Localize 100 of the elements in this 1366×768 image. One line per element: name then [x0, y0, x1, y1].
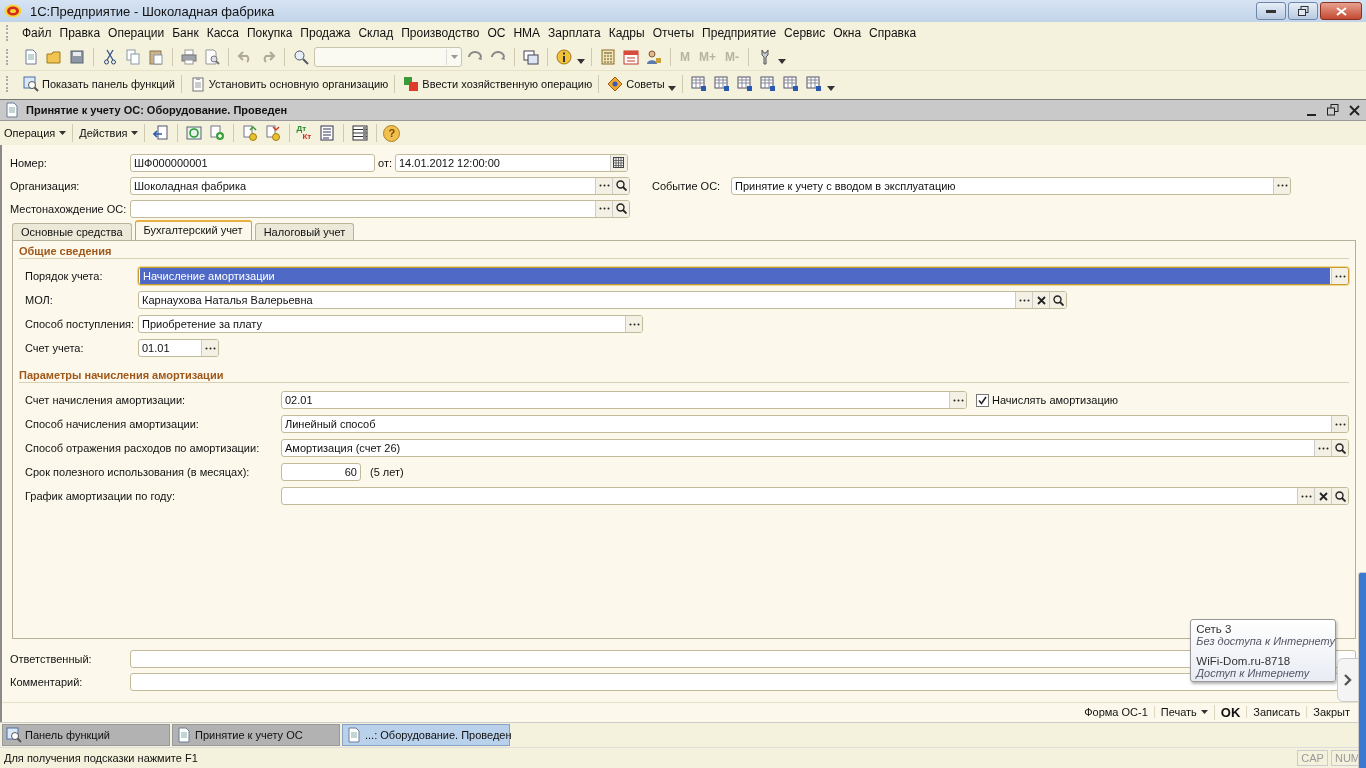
table-icon[interactable]: [759, 76, 776, 92]
action-button[interactable]: Закрыт: [1306, 706, 1356, 719]
menu-item[interactable]: Производство: [397, 26, 484, 40]
input-field[interactable]: Начисление амортизации: [138, 267, 1349, 286]
window-tab[interactable]: ...: Оборудование. Проведен: [342, 724, 510, 746]
select-button[interactable]: [1331, 416, 1348, 433]
search-field[interactable]: [314, 47, 462, 67]
search-icon[interactable]: [293, 49, 309, 65]
table-icon[interactable]: [690, 76, 707, 92]
menu-item[interactable]: Покупка: [243, 26, 297, 40]
tab[interactable]: Основные средства: [12, 223, 132, 241]
input-field[interactable]: Приобретение за плату: [138, 315, 643, 334]
menu-item[interactable]: Банк: [168, 26, 203, 40]
toolbar-button[interactable]: Ввести хозяйственную операцию: [401, 76, 593, 92]
dropdown-caret-icon[interactable]: [667, 85, 676, 91]
expand-button[interactable]: [1337, 658, 1359, 702]
calculator-icon[interactable]: [600, 49, 616, 65]
user-icon[interactable]: [646, 49, 662, 65]
ledger-button[interactable]: Дт Кт: [296, 125, 315, 141]
search-button[interactable]: [612, 200, 629, 217]
window-tab[interactable]: Принятие к учету ОС: [172, 724, 340, 746]
calendar-icon[interactable]: [623, 49, 639, 65]
restore-icon[interactable]: [1327, 104, 1339, 116]
location-field[interactable]: [130, 199, 630, 218]
input-field[interactable]: Линейный способ: [281, 415, 1349, 434]
select-button[interactable]: [1331, 268, 1348, 285]
save-icon[interactable]: [69, 49, 85, 65]
action-button[interactable]: Форма ОС-1: [1078, 706, 1154, 719]
minimize-button[interactable]: [1256, 2, 1286, 20]
windows-icon[interactable]: [523, 49, 539, 65]
table-icon[interactable]: [736, 76, 753, 92]
menu-item[interactable]: Отчеты: [648, 26, 699, 40]
dropdown-caret-icon[interactable]: [778, 58, 786, 64]
calendar-button[interactable]: [610, 154, 627, 171]
menu-item[interactable]: Операции: [104, 26, 169, 40]
paste-icon[interactable]: [148, 49, 164, 65]
copy-add-icon[interactable]: [209, 125, 226, 141]
action-button[interactable]: OK: [1213, 704, 1247, 720]
menu-item[interactable]: НМА: [509, 26, 545, 40]
menu-item[interactable]: Предприятие: [698, 26, 781, 40]
help-button[interactable]: ?: [383, 124, 401, 142]
input-field[interactable]: 01.01: [138, 339, 219, 358]
document-coins-icon[interactable]: [265, 125, 282, 141]
toolbar-button[interactable]: Показать панель функций: [21, 76, 175, 92]
menu-button[interactable]: Действия: [79, 127, 139, 139]
dropdown-caret-icon[interactable]: [826, 85, 835, 91]
action-button[interactable]: Печать: [1153, 706, 1214, 719]
tab[interactable]: Бухгалтерский учет: [134, 220, 252, 241]
refresh-icon[interactable]: [186, 125, 203, 141]
window-tab[interactable]: Панель функций: [2, 724, 170, 746]
new-document-icon[interactable]: [23, 49, 39, 65]
input-field[interactable]: Карнаухова Наталья Валерьевна: [138, 291, 1067, 310]
select-button[interactable]: [625, 316, 642, 333]
input-field[interactable]: 02.01: [281, 391, 967, 410]
toolbar-button[interactable]: Установить основную организацию: [187, 76, 389, 92]
close-button[interactable]: [1320, 2, 1362, 20]
caret-icon[interactable]: [450, 55, 458, 59]
number-field[interactable]: ШФ000000001: [130, 153, 375, 172]
search-button[interactable]: [1331, 440, 1348, 457]
folder-icon[interactable]: [46, 49, 62, 65]
table-rows-icon[interactable]: [352, 125, 369, 141]
clear-button[interactable]: [1032, 292, 1049, 309]
menu-item[interactable]: ОС: [483, 26, 510, 40]
input-field[interactable]: [281, 487, 1349, 506]
organization-field[interactable]: Шоколадная фабрика: [130, 176, 630, 195]
menu-item[interactable]: Справка: [865, 26, 921, 40]
menu-item[interactable]: Касса: [202, 26, 243, 40]
menu-item[interactable]: Кадры: [604, 26, 649, 40]
print-preview-icon[interactable]: [204, 49, 220, 65]
document-coins-icon[interactable]: [242, 125, 259, 141]
cut-icon[interactable]: [102, 49, 118, 65]
close-icon[interactable]: [1349, 104, 1360, 116]
clear-button[interactable]: [1314, 488, 1331, 505]
action-button[interactable]: Записать: [1246, 706, 1307, 719]
event-field[interactable]: Принятие к учету с вводом в эксплуатацию: [731, 176, 1291, 195]
menu-item[interactable]: Файл: [18, 26, 56, 40]
menu-item[interactable]: Продажа: [296, 26, 355, 40]
table-icon[interactable]: [805, 76, 822, 92]
info-icon[interactable]: [556, 49, 572, 65]
date-field[interactable]: 14.01.2012 12:00:00: [395, 153, 628, 172]
table-icon[interactable]: [713, 76, 730, 92]
select-button[interactable]: [201, 340, 218, 357]
print-icon[interactable]: [181, 49, 197, 65]
search-button[interactable]: [1049, 292, 1066, 309]
menu-item[interactable]: Склад: [354, 26, 398, 40]
checkbox[interactable]: [976, 393, 989, 407]
menu-item[interactable]: Окна: [829, 26, 866, 40]
input-field[interactable]: Амортизация (счет 26): [281, 439, 1349, 458]
document-arrow-icon[interactable]: [153, 125, 170, 141]
menu-button[interactable]: Операция: [4, 127, 67, 139]
menu-item[interactable]: Сервис: [780, 26, 830, 40]
menu-item[interactable]: Правка: [55, 26, 105, 40]
list-icon[interactable]: [319, 125, 336, 141]
select-button[interactable]: [1273, 177, 1290, 194]
dropdown-caret-icon[interactable]: [577, 58, 585, 64]
select-button[interactable]: [949, 392, 966, 409]
restore-button[interactable]: [1288, 2, 1318, 20]
toolbar-button[interactable]: Советы: [605, 76, 665, 92]
menu-item[interactable]: Зарплата: [544, 26, 605, 40]
tab[interactable]: Налоговый учет: [254, 223, 355, 241]
